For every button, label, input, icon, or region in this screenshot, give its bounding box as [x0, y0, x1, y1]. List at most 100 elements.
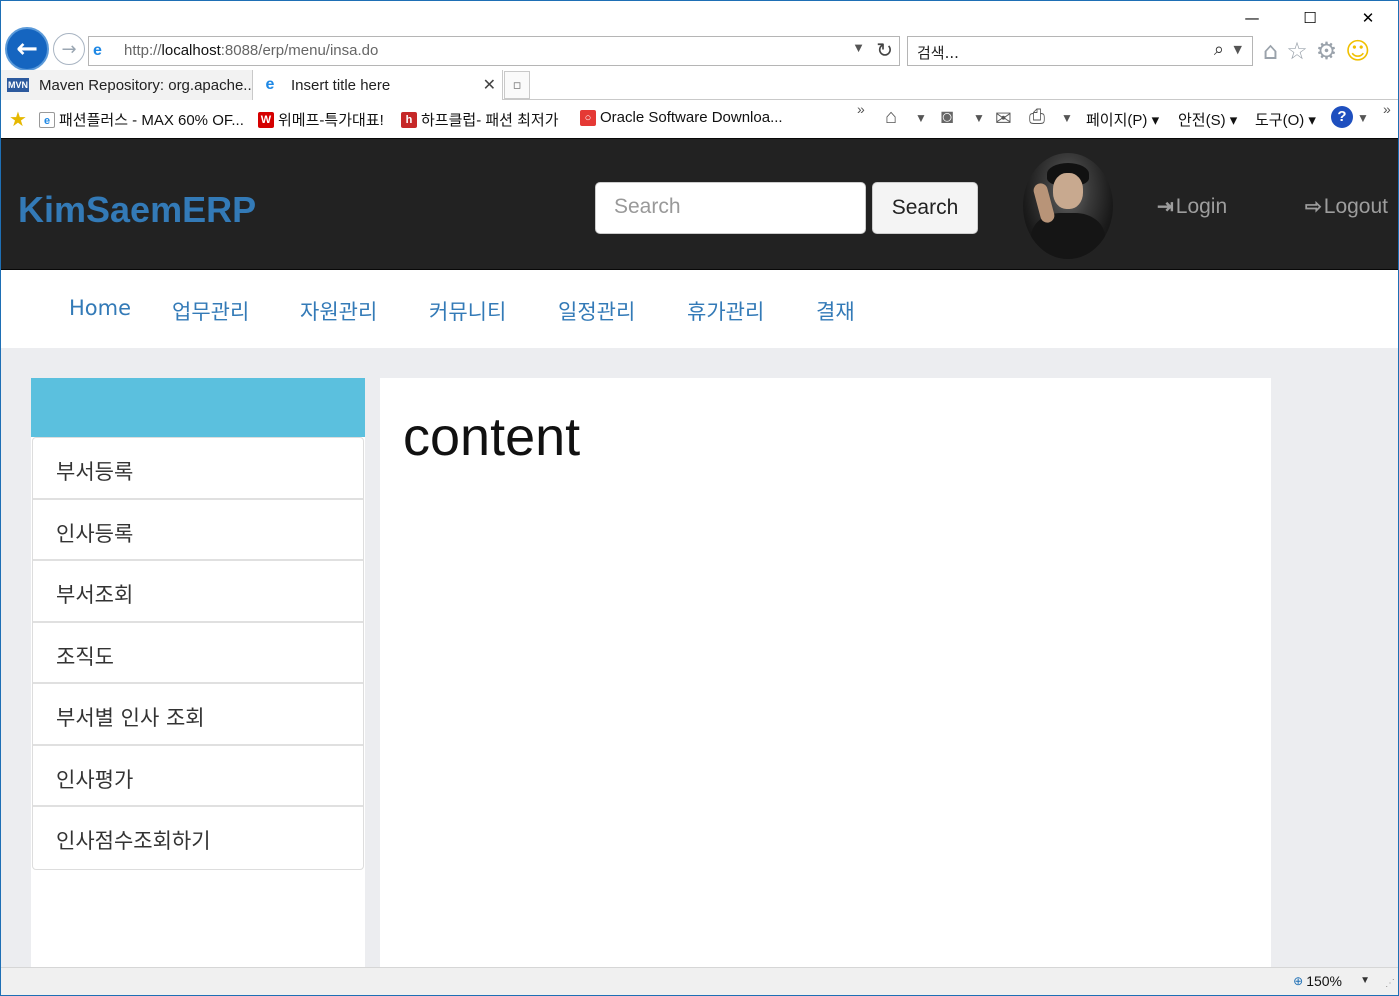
- tab-strip: MVN Maven Repository: org.apache... e In…: [1, 70, 1398, 100]
- print-icon[interactable]: ⎙: [1029, 106, 1045, 129]
- status-bar: ⊕ 150% ▼ ⋰: [1, 967, 1398, 995]
- wemakeprice-icon: W: [258, 111, 274, 128]
- web-page: KimSaemERP Search Search ⇥ Login ⇨ Logou…: [1, 138, 1398, 967]
- favorite-wemakeprice[interactable]: W 위메프-특가대표!: [258, 109, 384, 130]
- sidebar-item-hr-register[interactable]: 인사등록: [33, 500, 363, 561]
- favorites-overflow-chevron-icon[interactable]: »: [857, 101, 865, 117]
- ie-page-icon: e: [93, 42, 102, 59]
- mail-icon[interactable]: ✉: [995, 106, 1012, 131]
- page-menu[interactable]: 페이지(P) ▾: [1086, 109, 1159, 130]
- logout-label: Logout: [1323, 194, 1388, 218]
- zoom-level: 150%: [1306, 973, 1342, 989]
- tab-label: Maven Repository: org.apache...: [39, 76, 253, 94]
- menu-community[interactable]: 커뮤니티: [429, 296, 506, 326]
- zoom-control[interactable]: ⊕ 150%: [1293, 973, 1342, 989]
- search-dropdown-icon[interactable]: ▼: [1234, 43, 1242, 56]
- favorite-label: 하프클럽- 패션 최저가: [421, 112, 559, 129]
- favorite-label: Oracle Software Downloa...: [600, 109, 783, 126]
- content-panel: content: [380, 378, 1271, 967]
- menu-vacation[interactable]: 휴가관리: [687, 296, 764, 326]
- print-dropdown-icon[interactable]: ▼: [1061, 111, 1073, 125]
- page-icon: e: [39, 111, 55, 128]
- zoom-dropdown-icon[interactable]: ▼: [1360, 975, 1370, 986]
- favorite-halfclub[interactable]: h 하프클럽- 패션 최저가: [401, 109, 559, 130]
- tools-menu-label: 도구(O): [1255, 112, 1305, 129]
- browser-window: — ☐ ✕ ← → e http://localhost:8088/erp/me…: [0, 0, 1399, 996]
- forward-button[interactable]: →: [53, 33, 85, 65]
- favorite-oracle[interactable]: ○ Oracle Software Downloa...: [580, 109, 783, 126]
- back-button[interactable]: ←: [5, 27, 49, 71]
- tab-label: Insert title here: [291, 76, 391, 94]
- address-bar[interactable]: e http://localhost:8088/erp/menu/insa.do…: [88, 36, 900, 66]
- menu-approval[interactable]: 결재: [816, 296, 855, 326]
- sidebar-list: 부서등록 인사등록 부서조회 조직도 부서별 인사 조회 인사평가 인사점수조회…: [32, 437, 364, 870]
- browser-toolbar-icons: ⌂ ☆ ⚙ ☺: [1263, 37, 1370, 65]
- mvn-icon: MVN: [7, 78, 29, 92]
- search-icon[interactable]: ⌕: [1214, 39, 1224, 60]
- sidebar-item-hr-by-dept[interactable]: 부서별 인사 조회: [33, 684, 363, 746]
- page-menu-label: 페이지(P): [1086, 112, 1148, 129]
- tab-insert-title-here[interactable]: e Insert title here ✕: [253, 70, 503, 100]
- address-row: ← → e http://localhost:8088/erp/menu/ins…: [1, 27, 1398, 71]
- sidebar-item-dept-search[interactable]: 부서조회: [33, 561, 363, 623]
- feedback-smiley-icon[interactable]: ☺: [1345, 37, 1370, 65]
- new-tab-button[interactable]: ▫: [504, 71, 530, 99]
- oracle-icon: ○: [580, 109, 596, 126]
- menu-resources[interactable]: 자원관리: [300, 296, 377, 326]
- menu-work[interactable]: 업무관리: [172, 296, 249, 326]
- ie-icon: e: [265, 76, 275, 93]
- address-url: http://localhost:8088/erp/menu/insa.do: [124, 42, 379, 59]
- favorites-add-star-icon[interactable]: ★: [9, 107, 27, 132]
- menu-home[interactable]: Home: [69, 296, 131, 320]
- minimize-button[interactable]: —: [1223, 1, 1281, 35]
- login-icon: ⇥: [1157, 196, 1174, 218]
- safety-menu-label: 안전(S): [1178, 112, 1226, 129]
- sidebar-item-org-chart[interactable]: 조직도: [33, 623, 363, 684]
- home-command-icon[interactable]: ⌂: [885, 106, 897, 129]
- title-bar: — ☐ ✕: [1, 1, 1398, 35]
- feed-dropdown-icon[interactable]: ▼: [973, 111, 985, 125]
- close-window-button[interactable]: ✕: [1339, 1, 1397, 35]
- maximize-button[interactable]: ☐: [1281, 1, 1339, 35]
- resize-grip-icon[interactable]: ⋰: [1385, 978, 1395, 989]
- content-title: content: [403, 407, 581, 467]
- help-icon[interactable]: ?: [1331, 106, 1353, 128]
- sidebar-item-hr-score-search[interactable]: 인사점수조회하기: [33, 807, 363, 869]
- favorite-label: 위메프-특가대표!: [278, 112, 384, 129]
- favorite-fashionplus[interactable]: e 패션플러스 - MAX 60% OF...: [39, 109, 244, 130]
- login-label: Login: [1175, 194, 1228, 218]
- help-dropdown-icon[interactable]: ▼: [1357, 111, 1369, 125]
- top-navbar: KimSaemERP Search Search ⇥ Login ⇨ Logou…: [1, 138, 1398, 270]
- home-dropdown-icon[interactable]: ▼: [915, 111, 927, 125]
- sidebar-item-dept-register[interactable]: 부서등록: [33, 438, 363, 500]
- favorites-star-icon[interactable]: ☆: [1286, 37, 1308, 65]
- logout-icon: ⇨: [1305, 196, 1322, 218]
- menu-schedule[interactable]: 일정관리: [558, 296, 635, 326]
- address-dropdown-icon[interactable]: ▼: [852, 40, 865, 55]
- browser-search-placeholder: 검색...: [917, 44, 959, 62]
- search-button[interactable]: Search: [872, 182, 978, 234]
- avatar-face: [1053, 173, 1083, 209]
- gear-icon[interactable]: ⚙: [1316, 37, 1338, 65]
- refresh-icon[interactable]: ↻: [876, 38, 893, 63]
- login-link[interactable]: ⇥ Login: [1157, 194, 1227, 219]
- tab-maven-repository[interactable]: MVN Maven Repository: org.apache...: [1, 70, 253, 100]
- safety-menu[interactable]: 안전(S) ▾: [1178, 109, 1237, 130]
- rss-feed-icon[interactable]: ◙: [941, 106, 953, 129]
- zoom-icon: ⊕: [1293, 974, 1304, 988]
- halfclub-icon: h: [401, 111, 417, 128]
- search-input[interactable]: Search: [595, 182, 866, 234]
- forward-arrow-icon: →: [61, 38, 77, 60]
- avatar: [1023, 153, 1113, 259]
- close-tab-icon[interactable]: ✕: [483, 75, 496, 95]
- favorites-bar: ★ e 패션플러스 - MAX 60% OF... W 위메프-특가대표! h …: [1, 101, 1398, 137]
- logout-link[interactable]: ⇨ Logout: [1305, 194, 1388, 219]
- sidebar-item-hr-evaluation[interactable]: 인사평가: [33, 746, 363, 807]
- tools-menu[interactable]: 도구(O) ▾: [1255, 109, 1316, 130]
- back-arrow-icon: ←: [16, 34, 38, 64]
- brand-logo[interactable]: KimSaemERP: [18, 189, 256, 231]
- sidebar-header: [31, 378, 365, 437]
- browser-search-box[interactable]: 검색... ⌕ ▼: [907, 36, 1253, 66]
- command-overflow-chevron-icon[interactable]: »: [1383, 101, 1391, 117]
- home-icon[interactable]: ⌂: [1263, 37, 1278, 65]
